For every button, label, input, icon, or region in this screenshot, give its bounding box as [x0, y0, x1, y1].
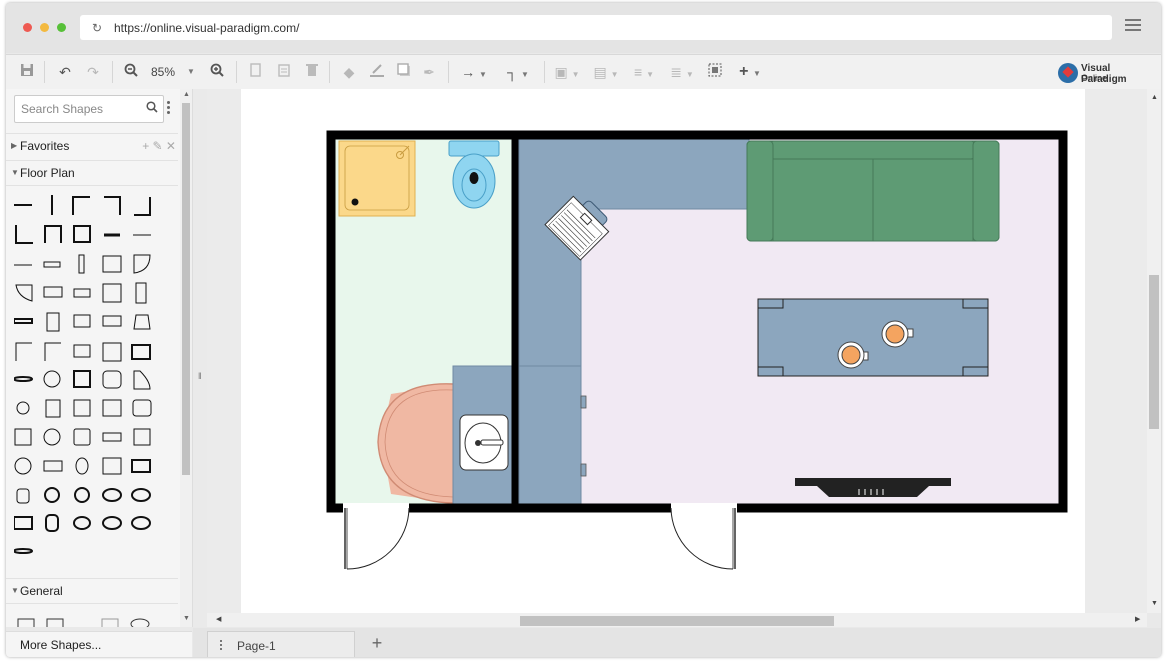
editor-toolbar: ↶ ↷ 85% ▼ ◆ ✒ → ▼ ┐ ▼ ▣ ▼ ▤ ▼ ≡ ▼ ≣ ▼ + …: [6, 54, 1161, 90]
general-shape-grid[interactable]: [14, 613, 164, 627]
save-icon[interactable]: [19, 62, 35, 82]
connector-icon[interactable]: → ▼: [458, 62, 490, 82]
minimize-window-dot[interactable]: [40, 23, 49, 32]
door[interactable]: [343, 503, 410, 570]
to-back-icon[interactable]: ▤ ▼: [590, 62, 622, 82]
chevron-down-icon: ▼: [11, 586, 19, 595]
section-favorites[interactable]: ▶ Favorites + ✎ ✕: [6, 133, 178, 158]
section-floor-plan[interactable]: ▼ Floor Plan: [6, 160, 178, 186]
floor-plan-shape-grid[interactable]: [14, 193, 164, 565]
browser-window: ↻ https://online.visual-paradigm.com/ ↶ …: [6, 3, 1161, 657]
search-icon[interactable]: [146, 101, 158, 116]
copy-icon[interactable]: [248, 62, 264, 82]
diagram-page: [241, 89, 1085, 613]
format-painter-icon[interactable]: ✒: [420, 62, 438, 82]
scroll-right-icon[interactable]: ▶: [1135, 615, 1140, 623]
coffee-table[interactable]: [757, 298, 989, 377]
favorites-actions[interactable]: + ✎ ✕: [142, 134, 176, 158]
visual-paradigm-logo: Visual Paradigm Online: [1058, 61, 1158, 85]
undo-icon[interactable]: ↶: [56, 62, 74, 82]
diagram-canvas[interactable]: [207, 89, 1147, 613]
url-text: https://online.visual-paradigm.com/: [114, 21, 300, 35]
sidebar-options-icon[interactable]: [167, 101, 170, 116]
sofa[interactable]: [746, 140, 1000, 242]
zoom-dropdown-icon[interactable]: ▼: [186, 62, 196, 82]
sidebar-splitter[interactable]: ‖: [193, 89, 207, 627]
page-options-icon[interactable]: [220, 640, 222, 652]
add-icon[interactable]: + ▼: [734, 62, 766, 82]
waypoint-icon[interactable]: ┐ ▼: [502, 62, 534, 82]
zoom-in-icon[interactable]: [209, 62, 225, 82]
address-bar[interactable]: ↻ https://online.visual-paradigm.com/: [80, 15, 1112, 40]
close-window-dot[interactable]: [23, 23, 32, 32]
distribute-icon[interactable]: ≣ ▼: [666, 62, 698, 82]
scroll-left-icon[interactable]: ◀: [216, 615, 221, 623]
canvas-horizontal-scrollbar[interactable]: ◀ ▶: [207, 613, 1147, 627]
scroll-down-icon[interactable]: ▼: [183, 615, 190, 622]
search-shapes-input[interactable]: Search Shapes: [14, 95, 164, 123]
add-page-button[interactable]: +: [365, 632, 389, 654]
shower[interactable]: [338, 140, 416, 217]
fill-icon[interactable]: ◆: [340, 62, 358, 82]
sidebar-scrollbar[interactable]: ▲ ▼: [180, 89, 192, 627]
group-icon[interactable]: [706, 62, 724, 82]
delete-icon[interactable]: [304, 62, 320, 82]
line-color-icon[interactable]: [368, 62, 386, 82]
section-general[interactable]: ▼ General: [6, 578, 178, 604]
scroll-down-icon[interactable]: ▼: [1151, 600, 1158, 607]
to-front-icon[interactable]: ▣ ▼: [551, 62, 583, 82]
shape-sidebar: Search Shapes ▶ Favorites + ✎ ✕ ▼ Floor …: [6, 89, 193, 627]
chevron-down-icon: ▼: [11, 168, 19, 177]
paste-icon[interactable]: [276, 62, 292, 82]
browser-menu-icon[interactable]: [1125, 19, 1141, 33]
maximize-window-dot[interactable]: [57, 23, 66, 32]
zoom-level[interactable]: 85%: [151, 65, 175, 79]
reload-icon[interactable]: ↻: [92, 21, 102, 35]
browser-bar: ↻ https://online.visual-paradigm.com/: [6, 3, 1161, 53]
chevron-right-icon: ▶: [11, 141, 18, 150]
zoom-out-icon[interactable]: [123, 62, 139, 82]
door[interactable]: [670, 503, 737, 570]
align-icon[interactable]: ≡ ▼: [628, 62, 660, 82]
shadow-icon[interactable]: [395, 62, 413, 82]
scroll-up-icon[interactable]: ▲: [1151, 94, 1158, 101]
scroll-up-icon[interactable]: ▲: [183, 91, 190, 98]
tab-page-1[interactable]: Page-1: [207, 631, 355, 657]
page-bar: Page-1 +: [193, 628, 1161, 657]
floor-plan-diagram[interactable]: [241, 89, 1085, 613]
canvas-vertical-scrollbar[interactable]: ▲ ▼: [1147, 89, 1161, 613]
more-shapes-button[interactable]: More Shapes...: [6, 631, 192, 657]
redo-icon[interactable]: ↷: [84, 62, 102, 82]
